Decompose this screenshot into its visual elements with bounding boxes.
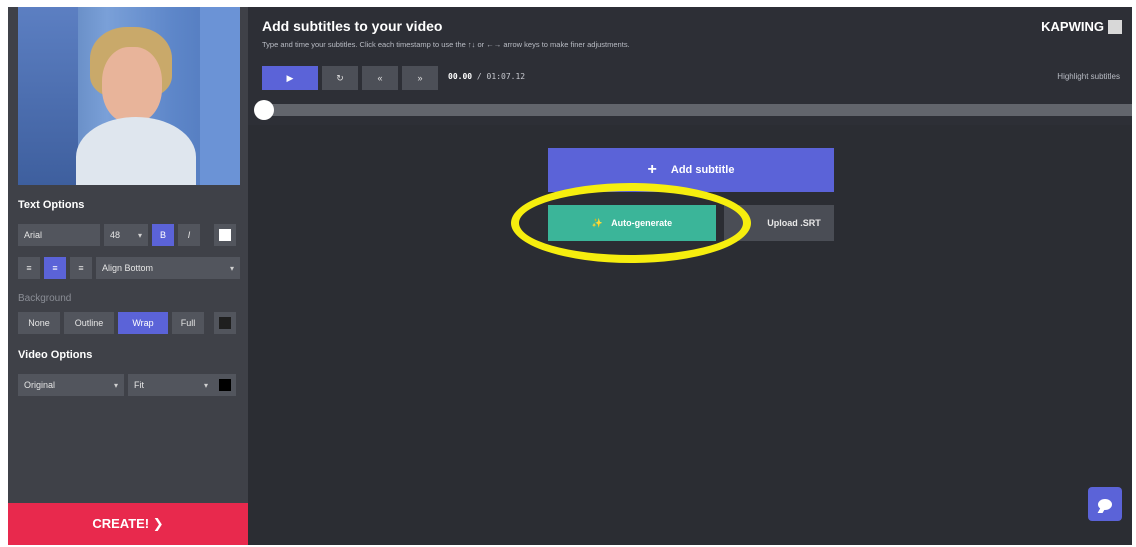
logo-icon — [1108, 19, 1122, 34]
chevron-down-icon: ▾ — [229, 263, 234, 273]
app-window: Text Options Arial 48 ▾ B I ≡ ≡ ≡ Align … — [8, 7, 1132, 545]
timeline-scrubber-handle[interactable] — [254, 100, 274, 120]
align-right-button[interactable]: ≡ — [70, 257, 92, 279]
time-readout: 00.00 / 01:07.12 — [448, 72, 526, 81]
text-color-swatch[interactable] — [214, 224, 236, 246]
background-full-button[interactable]: Full — [172, 312, 204, 334]
background-none-button[interactable]: None — [18, 312, 60, 334]
font-size-select[interactable]: 48 ▾ — [104, 224, 148, 246]
play-button[interactable]: ▶ — [262, 66, 318, 90]
editor-main: Add subtitles to your video Type and tim… — [248, 7, 1132, 545]
create-button[interactable]: CREATE! ❯ — [8, 503, 248, 545]
chevron-down-icon: ▾ — [137, 230, 142, 240]
kapwing-logo[interactable]: KAPWING — [1041, 19, 1122, 34]
chevron-down-icon: ▾ — [203, 380, 208, 390]
instructions-text: Type and time your subtitles. Click each… — [262, 40, 630, 49]
forward-icon: » — [417, 73, 423, 83]
replay-icon: ↻ — [336, 72, 344, 83]
rewind-icon: « — [377, 73, 383, 83]
size-select[interactable]: Original ▾ — [18, 374, 124, 396]
highlight-subtitles-toggle[interactable]: Highlight subtitles — [1057, 72, 1120, 81]
replay-button[interactable]: ↻ — [322, 66, 358, 90]
align-left-button[interactable]: ≡ — [18, 257, 40, 279]
timeline-track[interactable] — [262, 104, 1132, 116]
video-options-title: Video Options — [18, 349, 93, 361]
italic-button[interactable]: I — [178, 224, 200, 246]
background-outline-button[interactable]: Outline — [64, 312, 114, 334]
align-center-button[interactable]: ≡ — [44, 257, 66, 279]
forward-button[interactable]: » — [402, 66, 438, 90]
fit-select[interactable]: Fit ▾ — [128, 374, 214, 396]
background-wrap-button[interactable]: Wrap — [118, 312, 168, 334]
plus-icon: + — [647, 161, 657, 178]
chevron-down-icon: ▾ — [113, 380, 118, 390]
video-bg-color-swatch[interactable] — [214, 374, 236, 396]
chat-icon — [1098, 498, 1112, 510]
font-select[interactable]: Arial — [18, 224, 100, 246]
video-preview — [18, 7, 240, 185]
sidebar: Text Options Arial 48 ▾ B I ≡ ≡ ≡ Align … — [8, 7, 248, 545]
text-options-title: Text Options — [18, 199, 85, 211]
page-title: Add subtitles to your video — [262, 18, 443, 34]
rewind-button[interactable]: « — [362, 66, 398, 90]
play-icon: ▶ — [286, 72, 294, 83]
chat-button[interactable] — [1088, 487, 1122, 521]
background-color-swatch[interactable] — [214, 312, 236, 334]
highlight-annotation-ring — [511, 183, 751, 263]
bold-button[interactable]: B — [152, 224, 174, 246]
background-title: Background — [18, 293, 72, 304]
vertical-align-select[interactable]: Align Bottom ▾ — [96, 257, 240, 279]
